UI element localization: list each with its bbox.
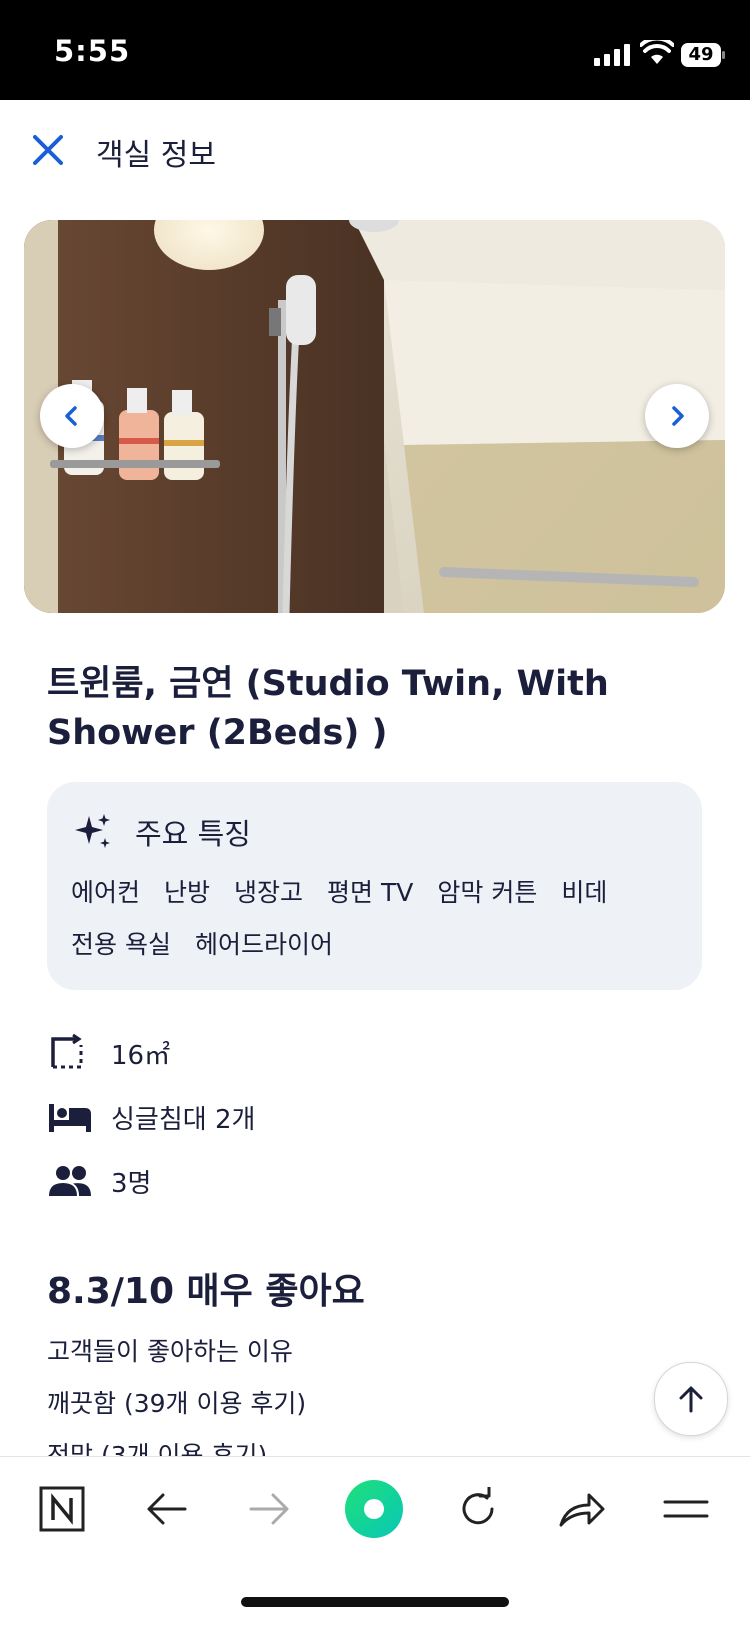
features-title: 주요 특징: [135, 817, 251, 851]
bed-icon: [49, 1104, 91, 1132]
scroll-top-button[interactable]: [654, 1362, 728, 1436]
carousel-prev-button[interactable]: [40, 384, 104, 448]
reload-button[interactable]: [448, 1479, 508, 1539]
battery-level: 49: [688, 44, 714, 65]
status-bar: 5:55 49: [0, 0, 750, 100]
guest-row: 3명: [47, 1160, 151, 1202]
bed-row: 싱글침대 2개: [47, 1096, 255, 1138]
feature-item: 헤어드라이어: [194, 930, 333, 959]
reload-icon: [462, 1487, 494, 1525]
wifi-icon: [640, 40, 674, 64]
feature-item: 암막 커튼: [437, 878, 538, 907]
page-title: 객실 정보: [96, 138, 216, 173]
battery-icon: 49: [680, 42, 726, 68]
arrow-right-icon: [249, 1493, 289, 1525]
people-icon: [49, 1166, 91, 1196]
close-button[interactable]: [26, 128, 70, 172]
feature-item: 냉장고: [234, 878, 304, 907]
share-icon: [559, 1493, 605, 1527]
home-button[interactable]: [32, 1479, 92, 1539]
close-icon: [33, 135, 63, 165]
features-panel: 주요 특징 에어컨 난방 냉장고 평면 TV 암막 커튼 비데 전용 욕실 헤어…: [47, 782, 702, 990]
features-header: 주요 특징: [71, 810, 251, 854]
room-title: 트윈룸, 금연 (Studio Twin, With Shower (2Beds…: [47, 664, 609, 753]
green-dot-button[interactable]: [344, 1479, 404, 1539]
chevron-left-icon: [65, 406, 77, 426]
features-list: 에어컨 난방 냉장고 평면 TV 암막 커튼 비데 전용 욕실 헤어드라이어: [71, 876, 671, 962]
bed-info: 싱글침대 2개: [111, 1104, 256, 1135]
signal-icon: [594, 44, 630, 66]
room-photo: [24, 220, 725, 613]
n-logo-icon: [39, 1486, 85, 1532]
sparkle-icon: [75, 814, 110, 848]
guest-capacity: 3명: [111, 1168, 152, 1199]
feature-item: 에어컨: [71, 878, 141, 907]
reasons-label: 고객들이 좋아하는 이유: [47, 1337, 293, 1366]
feature-item: 전용 욕실: [71, 930, 171, 959]
rating-headline: 8.3/10 매우 좋아요: [47, 1271, 365, 1312]
browser-toolbar: [0, 1456, 750, 1625]
share-button[interactable]: [552, 1479, 612, 1539]
room-size: 16㎡: [111, 1040, 171, 1071]
room-size-row: 16㎡: [47, 1032, 170, 1074]
menu-button[interactable]: [656, 1479, 716, 1539]
header: 객실 정보: [0, 100, 750, 200]
carousel-next-button[interactable]: [645, 384, 709, 448]
back-button[interactable]: [136, 1479, 196, 1539]
arrow-left-icon: [147, 1493, 187, 1525]
review-item: 깨끗함 (39개 이용 후기): [47, 1389, 307, 1418]
green-dot-icon: [345, 1480, 403, 1538]
arrow-up-icon: [679, 1386, 703, 1413]
chevron-right-icon: [672, 406, 684, 426]
feature-item: 난방: [164, 878, 211, 907]
feature-item: 비데: [561, 878, 608, 907]
home-indicator: [241, 1597, 509, 1607]
feature-item: 평면 TV: [327, 878, 414, 907]
area-icon: [51, 1033, 83, 1069]
status-time: 5:55: [54, 34, 131, 68]
menu-icon: [663, 1500, 709, 1518]
room-photo-carousel[interactable]: [24, 220, 725, 613]
forward-button[interactable]: [240, 1479, 300, 1539]
